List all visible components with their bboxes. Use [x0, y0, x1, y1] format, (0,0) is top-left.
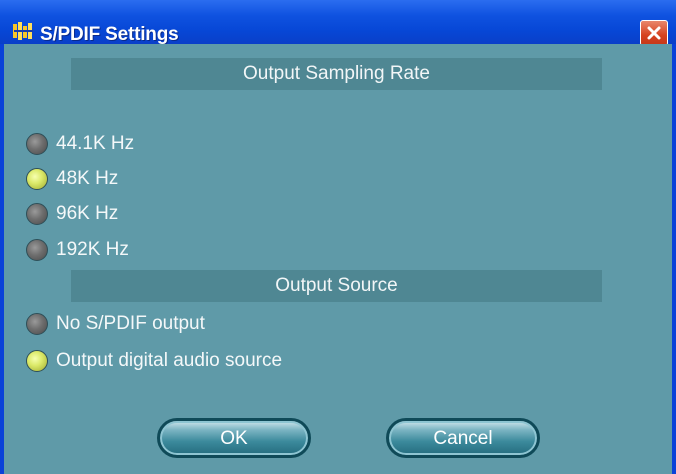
- radio-button-selected[interactable]: [26, 350, 48, 372]
- radio-label: 48K Hz: [56, 168, 119, 189]
- cancel-button[interactable]: Cancel: [386, 418, 540, 458]
- ok-button[interactable]: OK: [157, 418, 311, 458]
- radio-label: Output digital audio source: [56, 350, 283, 371]
- radio-label: No S/PDIF output: [56, 313, 205, 334]
- title-bar[interactable]: S/PDIF Settings: [0, 0, 676, 46]
- close-icon: [647, 26, 661, 40]
- radio-label: 44.1K Hz: [56, 133, 135, 154]
- app-icon: [13, 22, 33, 40]
- radio-option-48k[interactable]: 48K Hz: [26, 165, 118, 193]
- radio-option-192k[interactable]: 192K Hz: [26, 236, 129, 264]
- radio-option-no-spdif[interactable]: No S/PDIF output: [26, 310, 205, 338]
- section-header-sampling-rate: Output Sampling Rate: [71, 58, 602, 90]
- dialog-body: Output Sampling Rate 44.1K Hz 48K Hz 96K…: [4, 44, 672, 474]
- ok-button-label: OK: [220, 428, 248, 449]
- radio-option-digital-source[interactable]: Output digital audio source: [26, 347, 282, 375]
- radio-button[interactable]: [26, 313, 48, 335]
- radio-label: 96K Hz: [56, 203, 119, 224]
- radio-button-selected[interactable]: [26, 168, 48, 190]
- radio-option-44-1k[interactable]: 44.1K Hz: [26, 130, 134, 158]
- radio-label: 192K Hz: [56, 239, 129, 260]
- window-title: S/PDIF Settings: [40, 24, 179, 45]
- section-header-output-source: Output Source: [71, 270, 602, 302]
- spdif-settings-dialog: S/PDIF Settings Output Sampling Rate 44.…: [0, 0, 676, 474]
- radio-button[interactable]: [26, 133, 48, 155]
- radio-option-96k[interactable]: 96K Hz: [26, 200, 118, 228]
- cancel-button-label: Cancel: [433, 428, 493, 449]
- radio-button[interactable]: [26, 239, 48, 261]
- radio-button[interactable]: [26, 203, 48, 225]
- close-button[interactable]: [640, 20, 668, 46]
